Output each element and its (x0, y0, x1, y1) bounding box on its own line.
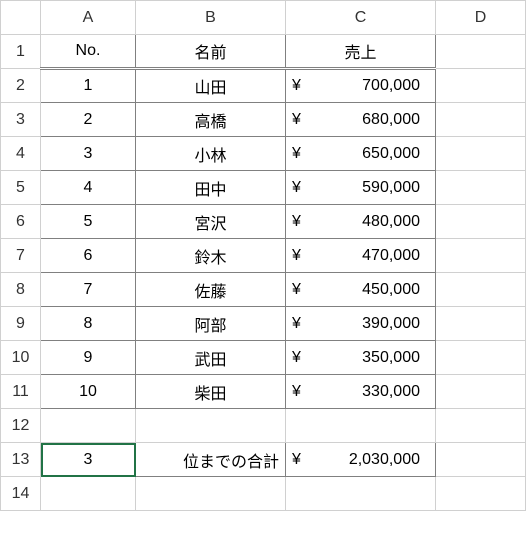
cell[interactable] (436, 375, 526, 409)
cell-name[interactable]: 小林 (136, 137, 286, 171)
sales-value: 470,000 (310, 247, 420, 265)
row-header[interactable]: 8 (1, 273, 41, 307)
cell-no[interactable]: 9 (41, 341, 136, 375)
cell[interactable] (136, 477, 286, 511)
row-header[interactable]: 2 (1, 69, 41, 103)
header-sales[interactable]: 売上 (286, 35, 436, 69)
cell-no[interactable]: 6 (41, 239, 136, 273)
sales-value: 590,000 (310, 179, 420, 197)
row-header[interactable]: 4 (1, 137, 41, 171)
col-header-b[interactable]: B (136, 1, 286, 35)
cell[interactable] (436, 307, 526, 341)
cell-sales[interactable]: ¥450,000 (286, 273, 436, 307)
col-header-d[interactable]: D (436, 1, 526, 35)
summary-rank-cell[interactable]: 3 (41, 443, 136, 477)
cell[interactable] (436, 171, 526, 205)
yen-symbol: ¥ (292, 77, 310, 95)
cell-sales[interactable]: ¥350,000 (286, 341, 436, 375)
cell[interactable] (41, 477, 136, 511)
cell-name[interactable]: 阿部 (136, 307, 286, 341)
cell-sales[interactable]: ¥390,000 (286, 307, 436, 341)
sales-value: 350,000 (310, 349, 420, 367)
cell-name[interactable]: 柴田 (136, 375, 286, 409)
cell-no[interactable]: 2 (41, 103, 136, 137)
summary-label-cell[interactable]: 位までの合計 (136, 443, 286, 477)
yen-symbol: ¥ (292, 349, 310, 367)
sales-value: 480,000 (310, 213, 420, 231)
sales-value: 390,000 (310, 315, 420, 333)
cell-sales[interactable]: ¥590,000 (286, 171, 436, 205)
row-header[interactable]: 14 (1, 477, 41, 511)
cell[interactable] (436, 239, 526, 273)
cell-sales[interactable]: ¥700,000 (286, 69, 436, 103)
cell-name[interactable]: 田中 (136, 171, 286, 205)
summary-total-cell[interactable]: ¥2,030,000 (286, 443, 436, 477)
cell[interactable] (41, 409, 136, 443)
cell[interactable] (436, 273, 526, 307)
select-all-corner[interactable] (1, 1, 41, 35)
row-header[interactable]: 3 (1, 103, 41, 137)
cell[interactable] (436, 477, 526, 511)
cell[interactable] (286, 477, 436, 511)
cell[interactable] (436, 103, 526, 137)
spreadsheet[interactable]: A B C D 1 No. 名前 売上 2 1 山田 ¥700,000 3 2 … (0, 0, 526, 511)
row-header[interactable]: 9 (1, 307, 41, 341)
cell[interactable] (436, 341, 526, 375)
cell[interactable] (436, 409, 526, 443)
cell-sales[interactable]: ¥480,000 (286, 205, 436, 239)
cell-no[interactable]: 7 (41, 273, 136, 307)
yen-symbol: ¥ (292, 247, 310, 265)
total-value: 2,030,000 (310, 451, 420, 469)
cell-sales[interactable]: ¥470,000 (286, 239, 436, 273)
row-header[interactable]: 5 (1, 171, 41, 205)
header-name[interactable]: 名前 (136, 35, 286, 69)
row-header[interactable]: 1 (1, 35, 41, 69)
cell-no[interactable]: 5 (41, 205, 136, 239)
yen-symbol: ¥ (292, 451, 310, 469)
cell-no[interactable]: 3 (41, 137, 136, 171)
yen-symbol: ¥ (292, 145, 310, 163)
row-header[interactable]: 7 (1, 239, 41, 273)
cell-name[interactable]: 高橋 (136, 103, 286, 137)
cell[interactable] (436, 443, 526, 477)
yen-symbol: ¥ (292, 111, 310, 129)
cell[interactable] (286, 409, 436, 443)
row-header[interactable]: 6 (1, 205, 41, 239)
cell-sales[interactable]: ¥650,000 (286, 137, 436, 171)
cell[interactable] (436, 137, 526, 171)
cell-name[interactable]: 武田 (136, 341, 286, 375)
cell-sales[interactable]: ¥680,000 (286, 103, 436, 137)
cell-no[interactable]: 10 (41, 375, 136, 409)
sales-value: 680,000 (310, 111, 420, 129)
cell[interactable] (136, 409, 286, 443)
yen-symbol: ¥ (292, 213, 310, 231)
cell-sales[interactable]: ¥330,000 (286, 375, 436, 409)
yen-symbol: ¥ (292, 315, 310, 333)
cell-no[interactable]: 4 (41, 171, 136, 205)
cell-name[interactable]: 佐藤 (136, 273, 286, 307)
row-header[interactable]: 12 (1, 409, 41, 443)
sales-value: 700,000 (310, 77, 420, 95)
cell[interactable] (436, 69, 526, 103)
cell-name[interactable]: 鈴木 (136, 239, 286, 273)
row-header[interactable]: 10 (1, 341, 41, 375)
sales-value: 330,000 (310, 383, 420, 401)
sales-value: 450,000 (310, 281, 420, 299)
yen-symbol: ¥ (292, 281, 310, 299)
cell-name[interactable]: 山田 (136, 69, 286, 103)
row-header[interactable]: 13 (1, 443, 41, 477)
col-header-a[interactable]: A (41, 1, 136, 35)
yen-symbol: ¥ (292, 383, 310, 401)
cell-no[interactable]: 1 (41, 69, 136, 103)
row-header[interactable]: 11 (1, 375, 41, 409)
yen-symbol: ¥ (292, 179, 310, 197)
cell[interactable] (436, 35, 526, 69)
header-no[interactable]: No. (41, 35, 136, 69)
cell[interactable] (436, 205, 526, 239)
cell-name[interactable]: 宮沢 (136, 205, 286, 239)
col-header-c[interactable]: C (286, 1, 436, 35)
sales-value: 650,000 (310, 145, 420, 163)
cell-no[interactable]: 8 (41, 307, 136, 341)
